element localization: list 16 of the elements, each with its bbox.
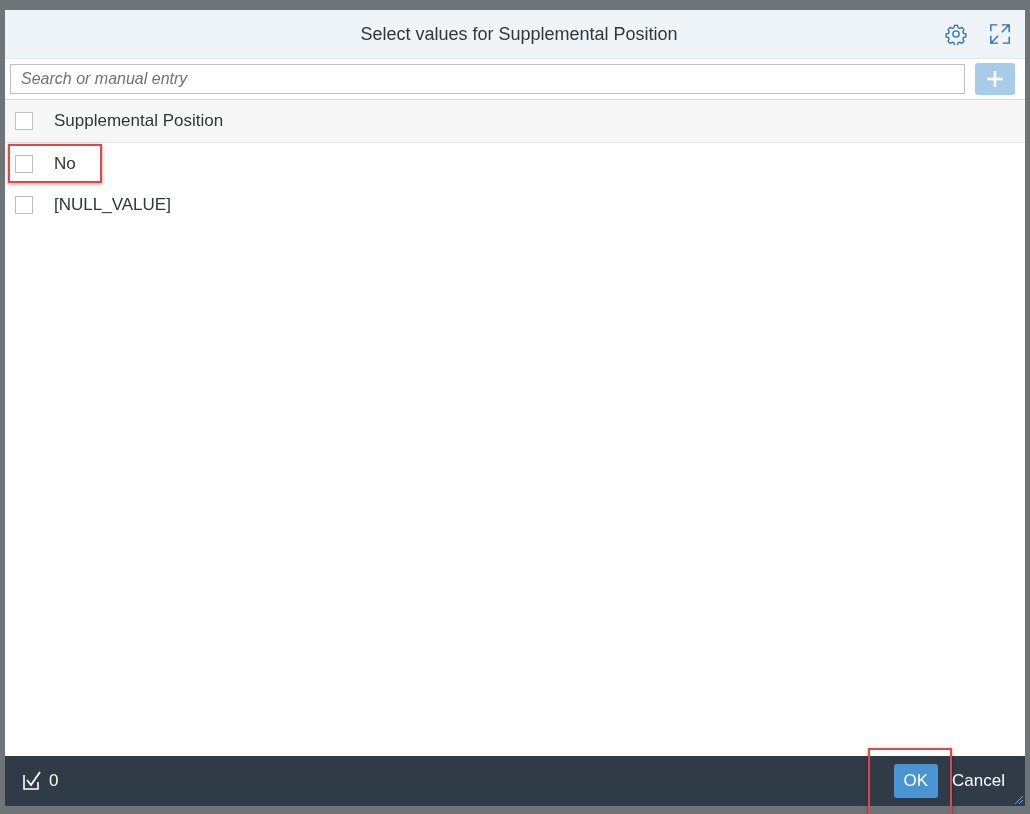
cancel-button[interactable]: Cancel [952, 764, 1005, 798]
expand-icon[interactable] [989, 23, 1011, 45]
dialog-title: Select values for Supplemental Position [359, 23, 679, 45]
checklist-icon [21, 770, 43, 792]
checkbox[interactable] [15, 112, 33, 130]
list-item[interactable]: No [54, 153, 76, 174]
search-field[interactable]: Search or manual entry [10, 64, 965, 94]
add-button[interactable] [975, 63, 1015, 95]
list-item[interactable]: [NULL_VALUE] [54, 194, 171, 215]
checkbox[interactable] [15, 195, 33, 214]
selected-count: 0 [49, 771, 59, 791]
checkbox[interactable] [15, 154, 33, 173]
resize-grip-icon[interactable] [1013, 794, 1023, 804]
plus-icon [985, 69, 1005, 89]
column-header: Supplemental Position [54, 111, 224, 131]
settings-icon[interactable] [945, 23, 967, 45]
